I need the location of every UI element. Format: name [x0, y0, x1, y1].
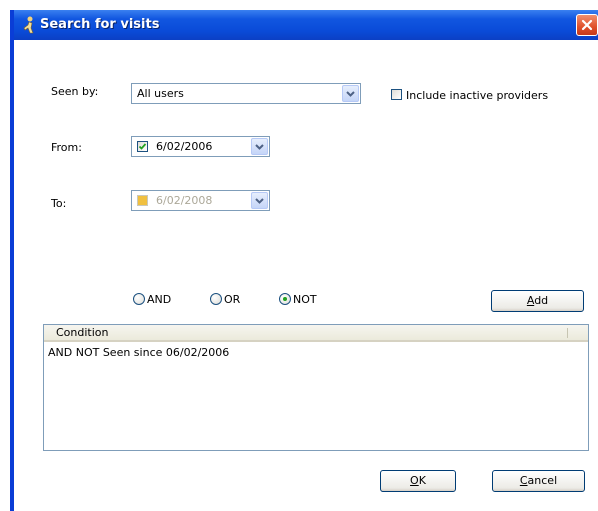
window-title: Search for visits: [40, 17, 160, 32]
close-icon: [581, 19, 593, 31]
to-enable-checkbox[interactable]: [137, 195, 148, 206]
ok-button-label: K: [418, 474, 426, 487]
seen-by-select[interactable]: All users: [131, 83, 361, 104]
not-radio-label: NOT: [293, 293, 317, 306]
close-button[interactable]: [576, 14, 598, 36]
cancel-button-mnemonic: C: [519, 474, 528, 487]
seen-by-dropdown-button[interactable]: [342, 85, 359, 102]
list-item[interactable]: AND NOT Seen since 06/02/2006: [48, 346, 229, 359]
from-enable-checkbox[interactable]: [137, 141, 148, 152]
chevron-down-icon: [255, 144, 264, 150]
to-date-picker[interactable]: 6/02/2008: [131, 190, 270, 211]
cancel-button[interactable]: Cancel: [492, 470, 585, 492]
ok-button[interactable]: OK: [380, 470, 456, 492]
app-figure-icon: [23, 16, 34, 34]
or-radio-label: OR: [224, 293, 241, 306]
to-dropdown-button[interactable]: [251, 192, 268, 209]
cancel-button-label: ancel: [527, 474, 558, 487]
not-radio[interactable]: [279, 293, 291, 305]
conditions-list[interactable]: Condition AND NOT Seen since 06/02/2006: [43, 324, 589, 451]
ok-button-mnemonic: O: [410, 474, 419, 487]
add-button[interactable]: Add: [491, 290, 584, 312]
condition-column-header[interactable]: Condition: [56, 326, 109, 339]
conditions-list-header[interactable]: Condition: [44, 325, 588, 342]
seen-by-label: Seen by:: [51, 85, 99, 98]
add-button-label: dd: [534, 294, 549, 307]
to-label: To:: [51, 197, 67, 210]
chevron-down-icon: [346, 91, 355, 97]
seen-by-value: All users: [137, 87, 184, 100]
and-radio-label: AND: [147, 293, 172, 306]
to-date-value: 6/02/2008: [156, 194, 213, 207]
chevron-down-icon: [255, 198, 264, 204]
from-label: From:: [51, 141, 82, 154]
include-inactive-label: Include inactive providers: [406, 89, 549, 102]
from-date-value: 6/02/2006: [156, 140, 213, 153]
checkmark-icon: [138, 143, 147, 150]
from-date-picker[interactable]: 6/02/2006: [131, 136, 270, 157]
column-separator[interactable]: [567, 328, 568, 338]
include-inactive-checkbox[interactable]: [391, 89, 402, 100]
from-dropdown-button[interactable]: [251, 138, 268, 155]
search-visits-dialog: Search for visits Seen by: All users Inc…: [10, 10, 598, 511]
and-radio[interactable]: [133, 293, 145, 305]
or-radio[interactable]: [210, 293, 222, 305]
radio-selected-dot: [283, 297, 287, 301]
title-bar[interactable]: Search for visits: [14, 10, 598, 40]
